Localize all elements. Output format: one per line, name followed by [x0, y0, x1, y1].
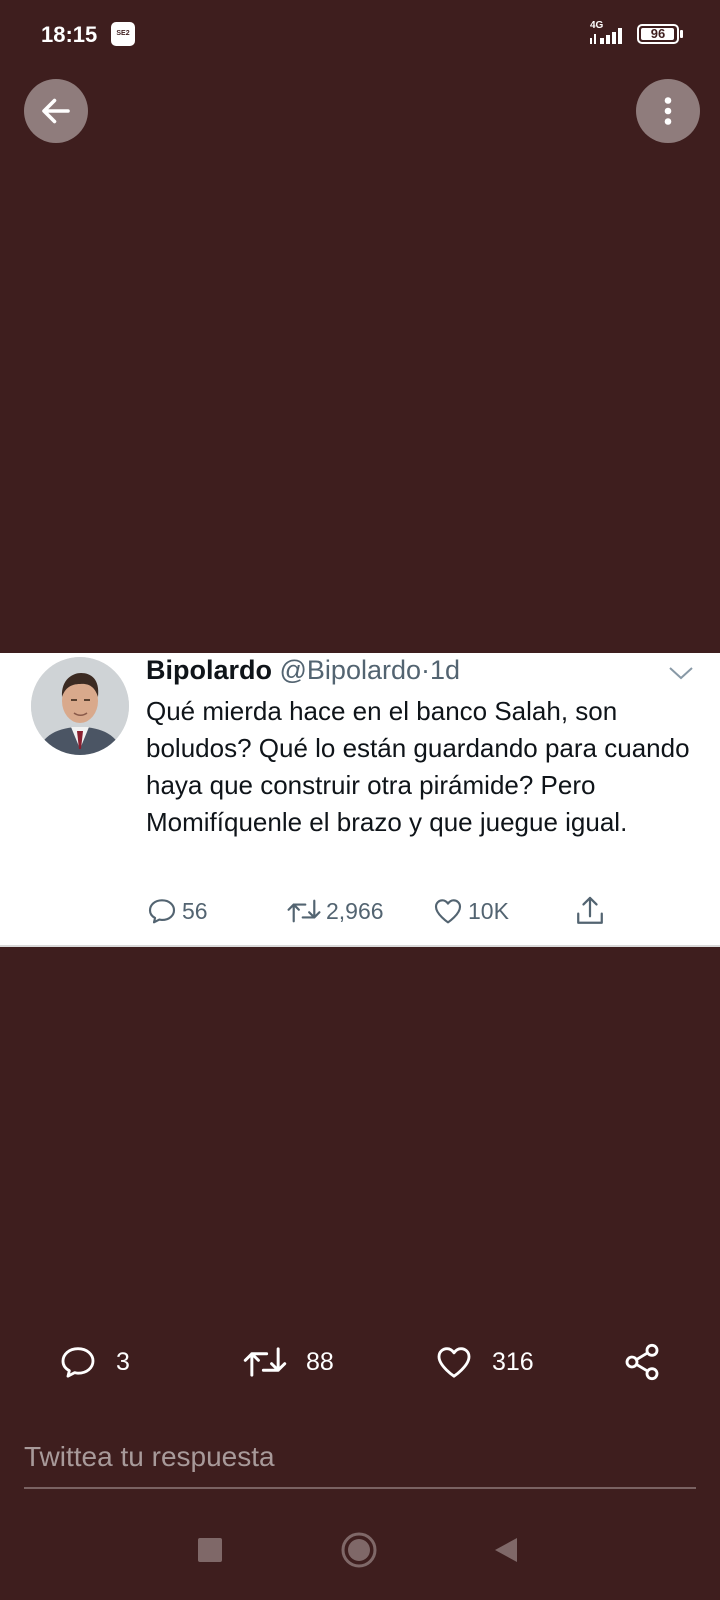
arrow-left-icon — [42, 98, 70, 124]
tweet-header: Bipolardo @Bipolardo·1d — [146, 655, 460, 686]
tweet-time: 1d — [430, 655, 461, 685]
avatar-portrait — [31, 657, 129, 755]
tweet-reply-count: 56 — [182, 897, 208, 924]
home-button[interactable] — [319, 1500, 399, 1600]
battery-percent: 96 — [650, 26, 666, 41]
avatar[interactable] — [31, 657, 129, 755]
carrier-badge: SE2 — [111, 22, 135, 46]
system-back-button[interactable] — [466, 1500, 546, 1600]
battery-tip — [680, 30, 683, 38]
reply-field[interactable] — [24, 1433, 696, 1489]
header-separator: · — [421, 655, 431, 685]
recents-button[interactable] — [170, 1500, 250, 1600]
tweet-like-count: 10K — [468, 897, 509, 924]
status-time: 18:15 — [41, 22, 98, 47]
retweet-icon — [287, 899, 321, 923]
tweet-reply-action[interactable]: 56 — [146, 893, 208, 929]
more-vertical-icon — [664, 97, 672, 125]
tweet-retweet-count: 2,966 — [326, 897, 384, 924]
share-icon — [577, 896, 603, 924]
back-button[interactable] — [24, 79, 88, 143]
like-button[interactable]: 316 — [434, 1336, 534, 1388]
retweet-button[interactable]: 88 — [242, 1336, 334, 1388]
tweet-image-card[interactable]: Bipolardo @Bipolardo·1d Qué mierda hace … — [0, 653, 720, 947]
reply-input[interactable] — [24, 1433, 696, 1481]
signal-icon — [590, 28, 622, 44]
author-name[interactable]: Bipolardo — [146, 655, 272, 685]
more-options-button[interactable] — [636, 79, 700, 143]
system-nav-bar — [0, 1500, 720, 1600]
post-actions-bar: 3 88 316 — [0, 1336, 720, 1388]
tweet-share-action[interactable] — [574, 893, 606, 929]
reply-icon — [61, 1347, 95, 1378]
status-bar: 18:15 SE2 4G 96 — [0, 0, 720, 70]
share-button[interactable] — [622, 1336, 662, 1388]
like-count: 316 — [492, 1347, 534, 1376]
heart-icon — [437, 1347, 471, 1378]
tweet-retweet-action[interactable]: 2,966 — [286, 893, 384, 929]
share-icon — [625, 1343, 659, 1381]
square-icon — [198, 1538, 222, 1562]
retweet-icon — [243, 1347, 287, 1377]
circle-icon — [341, 1532, 377, 1568]
retweet-count: 88 — [306, 1347, 334, 1376]
reply-icon — [148, 899, 176, 924]
tweet-like-action[interactable]: 10K — [432, 893, 509, 929]
heart-icon — [434, 899, 462, 924]
tweet-actions: 56 2,966 10K — [146, 893, 666, 933]
triangle-back-icon — [495, 1538, 517, 1562]
reply-button[interactable]: 3 — [58, 1336, 130, 1388]
tweet-text: Qué mierda hace en el banco Salah, son b… — [146, 696, 690, 837]
chevron-down-icon[interactable] — [668, 665, 694, 681]
reply-count: 3 — [116, 1347, 130, 1376]
author-handle[interactable]: @Bipolardo — [280, 655, 422, 685]
battery-icon: 96 — [637, 24, 679, 44]
